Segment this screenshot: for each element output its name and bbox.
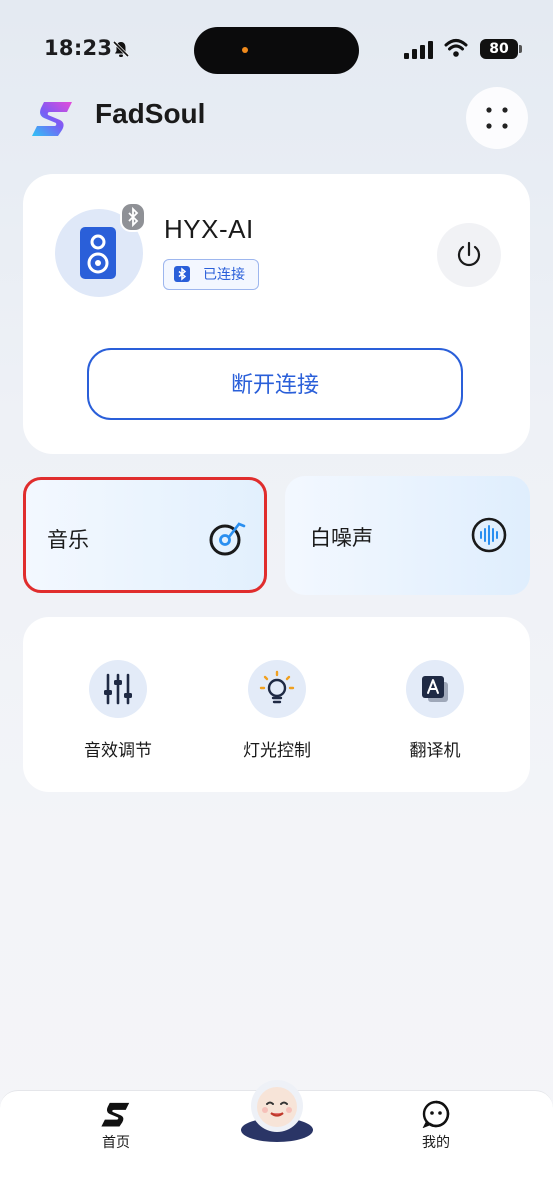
music-card[interactable]: 音乐 xyxy=(23,477,267,593)
tool-translator[interactable]: 翻译机 xyxy=(380,660,490,761)
tab-home[interactable]: 首页 xyxy=(86,1100,146,1156)
tab-profile[interactable]: 我的 xyxy=(406,1100,466,1156)
power-icon xyxy=(457,241,481,267)
app-title: FadSoul xyxy=(95,98,206,129)
disconnect-button[interactable]: 断开连接 xyxy=(87,348,463,420)
equalizer-icon xyxy=(89,660,147,718)
wifi-icon xyxy=(444,39,468,57)
fadsoul-logo-icon xyxy=(101,1102,130,1127)
profile-face-icon xyxy=(422,1100,450,1128)
music-label: 音乐 xyxy=(47,528,89,552)
signal-icon xyxy=(404,41,433,59)
bluetooth-badge-icon xyxy=(120,202,146,232)
sound-wave-icon xyxy=(471,517,507,553)
light-bulb-icon xyxy=(248,660,306,718)
more-menu-button[interactable] xyxy=(466,87,528,149)
device-name: HYX-AI xyxy=(164,214,254,244)
battery-cap xyxy=(519,45,522,53)
status-time: 18:23 xyxy=(44,36,113,60)
tab-label: 我的 xyxy=(422,1135,450,1151)
tool-label: 音效调节 xyxy=(84,741,152,761)
white-noise-card[interactable]: 白噪声 xyxy=(285,476,530,595)
tool-label: 灯光控制 xyxy=(243,741,311,761)
bluetooth-icon xyxy=(174,266,190,282)
tool-sound-effects[interactable]: 音效调节 xyxy=(63,660,173,761)
power-button[interactable] xyxy=(437,223,501,287)
bell-muted-icon xyxy=(112,40,130,58)
translate-icon xyxy=(406,660,464,718)
four-dots-icon xyxy=(486,107,508,129)
ai-robot-avatar-icon xyxy=(241,1080,313,1142)
connection-status-label: 已连接 xyxy=(203,267,245,283)
white-noise-label: 白噪声 xyxy=(310,526,373,550)
dynamic-island xyxy=(194,27,359,74)
fadsoul-logo-icon xyxy=(32,102,72,136)
music-disc-icon xyxy=(209,522,246,556)
tool-label: 翻译机 xyxy=(409,741,461,761)
tab-label: 首页 xyxy=(102,1135,130,1151)
privacy-indicator xyxy=(242,47,248,53)
battery-level: 80 xyxy=(480,39,518,59)
tool-light-control[interactable]: 灯光控制 xyxy=(222,660,332,761)
ai-assistant-button[interactable] xyxy=(240,1076,314,1142)
speaker-icon xyxy=(80,227,116,279)
